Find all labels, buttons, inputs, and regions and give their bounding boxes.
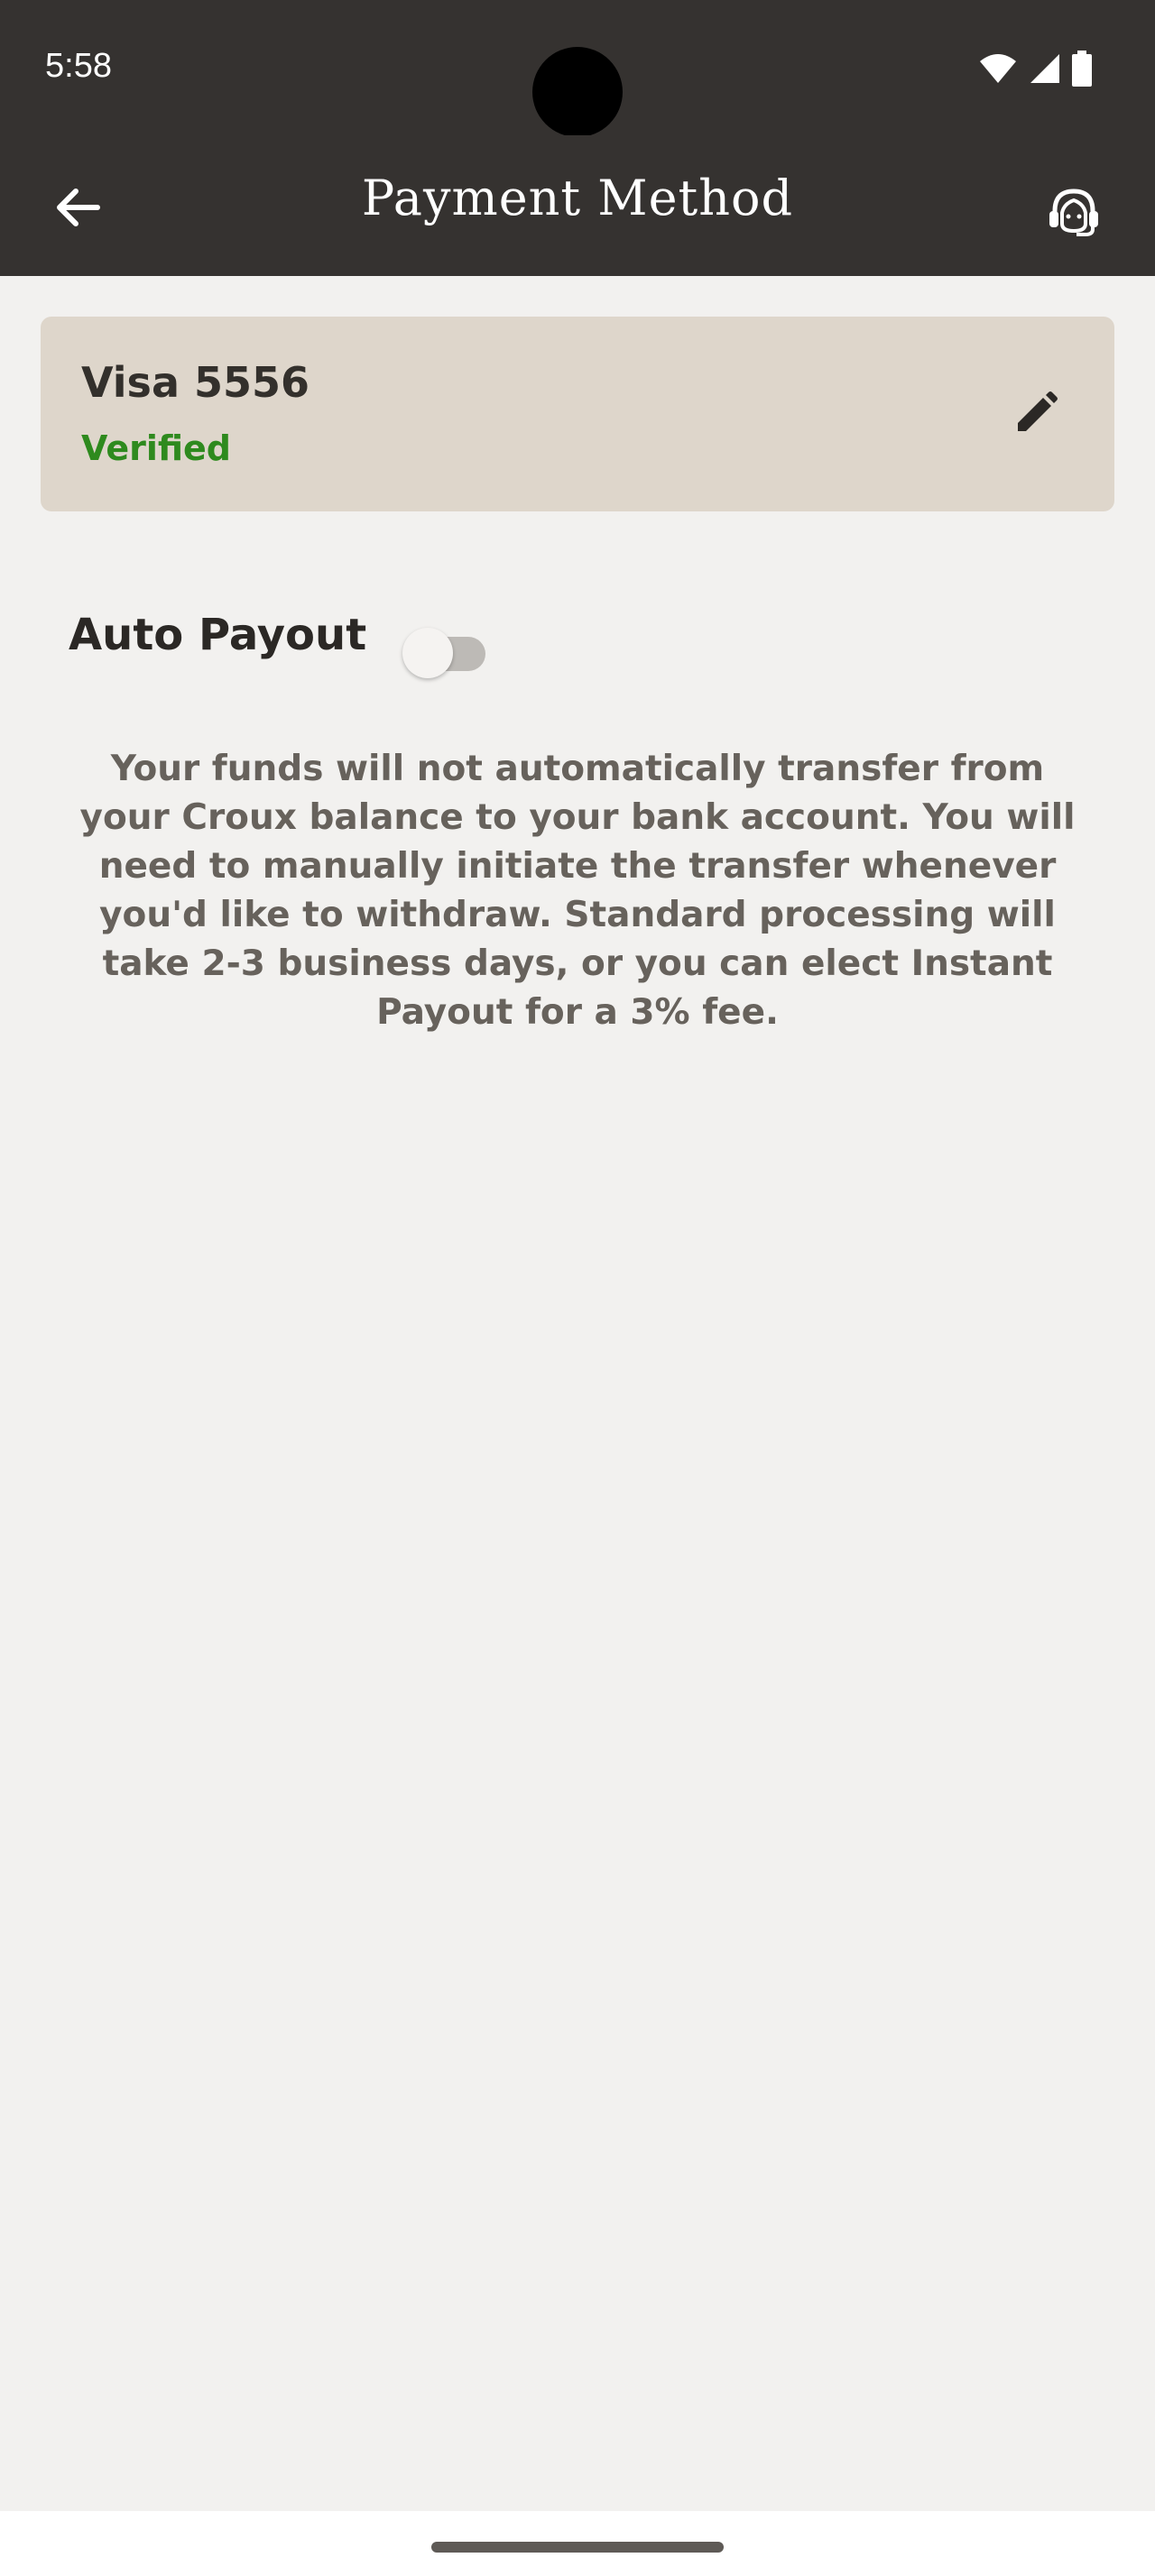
back-button[interactable]: [42, 179, 114, 236]
verified-status: Verified: [81, 428, 232, 468]
payment-method-card[interactable]: Visa 5556 Verified: [41, 317, 1114, 511]
auto-payout-description: Your funds will not automatically transf…: [79, 749, 1076, 1033]
signal-icon: [1030, 54, 1059, 83]
toggle-thumb: [402, 628, 453, 678]
status-icons: [978, 51, 1092, 87]
support-button[interactable]: [1038, 175, 1110, 247]
camera-cutout: [532, 47, 623, 137]
battery-icon: [1072, 51, 1092, 87]
wifi-icon: [980, 54, 1016, 83]
status-bar: 5:58: [0, 0, 1155, 137]
page-title: Payment Method: [361, 170, 794, 226]
auto-payout-label: Auto Payout: [69, 610, 367, 660]
navigation-bar: [0, 2511, 1155, 2576]
headset-support-icon: [1049, 189, 1098, 236]
status-time: 5:58: [45, 47, 112, 85]
auto-payout-toggle[interactable]: [402, 624, 489, 678]
pencil-icon: [1018, 391, 1058, 431]
home-indicator[interactable]: [431, 2542, 724, 2553]
arrow-left-icon: [57, 189, 100, 226]
card-title: Visa 5556: [81, 358, 310, 407]
edit-button[interactable]: [1004, 382, 1067, 445]
app-bar: Payment Method: [0, 135, 1155, 276]
